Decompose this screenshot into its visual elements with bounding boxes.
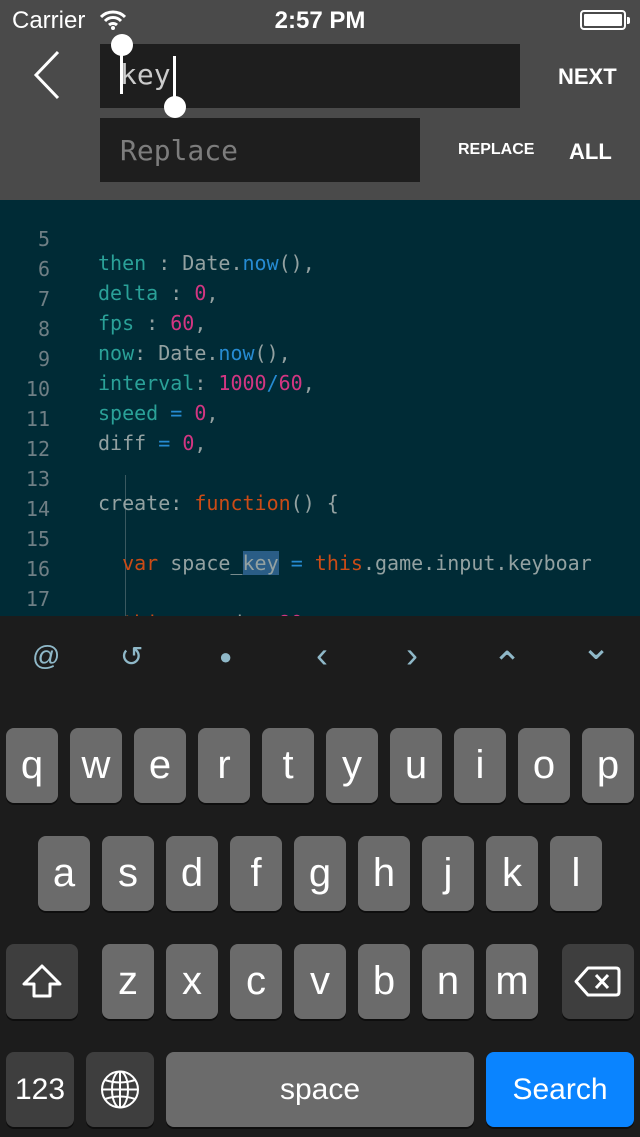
replace-all-button[interactable]: ALL [569, 139, 612, 165]
code-line: 16 [0, 533, 640, 581]
space-key[interactable]: space [166, 1052, 474, 1127]
key-e[interactable]: e [134, 728, 186, 803]
key-d[interactable]: d [166, 836, 218, 911]
code-editor[interactable]: 5 then : Date.now(), 6 delta : 0, 7 fps … [0, 200, 640, 616]
keyboard: q w e r t y u i o p a s d f g h j k l z … [0, 698, 640, 1136]
search-key[interactable]: Search [486, 1052, 634, 1127]
cursor-right-icon[interactable]: › [406, 634, 418, 676]
key-k[interactable]: k [486, 836, 538, 911]
code-line: 8 now: Date.now(), [0, 293, 640, 365]
key-r[interactable]: r [198, 728, 250, 803]
code-line: 10 speed = 0, [0, 353, 640, 425]
key-l[interactable]: l [550, 836, 602, 911]
key-i[interactable]: i [454, 728, 506, 803]
code-line: 7 fps : 60, [0, 263, 640, 335]
selection-handle-end-knob[interactable] [164, 96, 186, 118]
key-t[interactable]: t [262, 728, 314, 803]
key-v[interactable]: v [294, 944, 346, 1019]
at-sign-button[interactable]: @ [32, 640, 60, 672]
battery-icon [580, 10, 630, 30]
key-w[interactable]: w [70, 728, 122, 803]
numbers-key[interactable]: 123 [6, 1052, 74, 1127]
key-h[interactable]: h [358, 836, 410, 911]
key-p[interactable]: p [582, 728, 634, 803]
key-q[interactable]: q [6, 728, 58, 803]
key-y[interactable]: y [326, 728, 378, 803]
key-m[interactable]: m [486, 944, 538, 1019]
code-line: 14 [0, 473, 640, 521]
key-j[interactable]: j [422, 836, 474, 911]
cursor-down-icon[interactable]: ⌄ [581, 626, 611, 668]
key-o[interactable]: o [518, 728, 570, 803]
back-button[interactable] [28, 50, 68, 100]
keyboard-accessory-bar: @ ↺ ● ‹ › ⌃ ⌄ [0, 616, 640, 698]
find-replace-toolbar: Carrier 2:57 PM key Replace NEXT REPLACE… [0, 0, 640, 200]
code-line: 17 this.speed = 80; [0, 563, 640, 616]
key-x[interactable]: x [166, 944, 218, 1019]
code-line: 5 then : Date.now(), [0, 203, 640, 275]
key-b[interactable]: b [358, 944, 410, 1019]
replace-button[interactable]: REPLACE [458, 141, 534, 159]
shift-icon [22, 964, 62, 998]
key-z[interactable]: z [102, 944, 154, 1019]
selection-handle-start-knob[interactable] [111, 34, 133, 56]
key-c[interactable]: c [230, 944, 282, 1019]
status-bar: Carrier 2:57 PM [0, 0, 640, 40]
code-line: 18 this.diff = 80; [0, 593, 640, 616]
next-button[interactable]: NEXT [558, 64, 617, 90]
code-line: 12 [0, 413, 640, 461]
key-n[interactable]: n [422, 944, 474, 1019]
code-line: 9 interval: 1000/60, [0, 323, 640, 395]
shift-key[interactable] [6, 944, 78, 1019]
cursor-left-icon[interactable]: ‹ [316, 634, 328, 676]
code-line: 11 diff = 0, [0, 383, 640, 455]
code-line: 6 delta : 0, [0, 233, 640, 305]
key-g[interactable]: g [294, 836, 346, 911]
replace-input[interactable]: Replace [100, 118, 420, 182]
backspace-icon [574, 966, 621, 997]
clock: 2:57 PM [274, 7, 366, 34]
key-f[interactable]: f [230, 836, 282, 911]
key-s[interactable]: s [102, 836, 154, 911]
delete-key[interactable] [562, 944, 634, 1019]
key-a[interactable]: a [38, 836, 90, 911]
cursor-up-icon[interactable]: ⌃ [492, 644, 522, 686]
code-line: 13 create: function() { [0, 443, 640, 515]
globe-key[interactable] [86, 1052, 154, 1127]
replace-placeholder: Replace [120, 134, 239, 167]
key-u[interactable]: u [390, 728, 442, 803]
find-input[interactable]: key [100, 44, 520, 108]
undo-icon[interactable]: ↺ [120, 640, 143, 673]
find-input-value: key [120, 58, 171, 91]
code-line: 15 var space_key = this.game.input.keybo… [0, 503, 640, 575]
dot-button[interactable]: ● [219, 644, 232, 670]
globe-icon [101, 1070, 139, 1109]
